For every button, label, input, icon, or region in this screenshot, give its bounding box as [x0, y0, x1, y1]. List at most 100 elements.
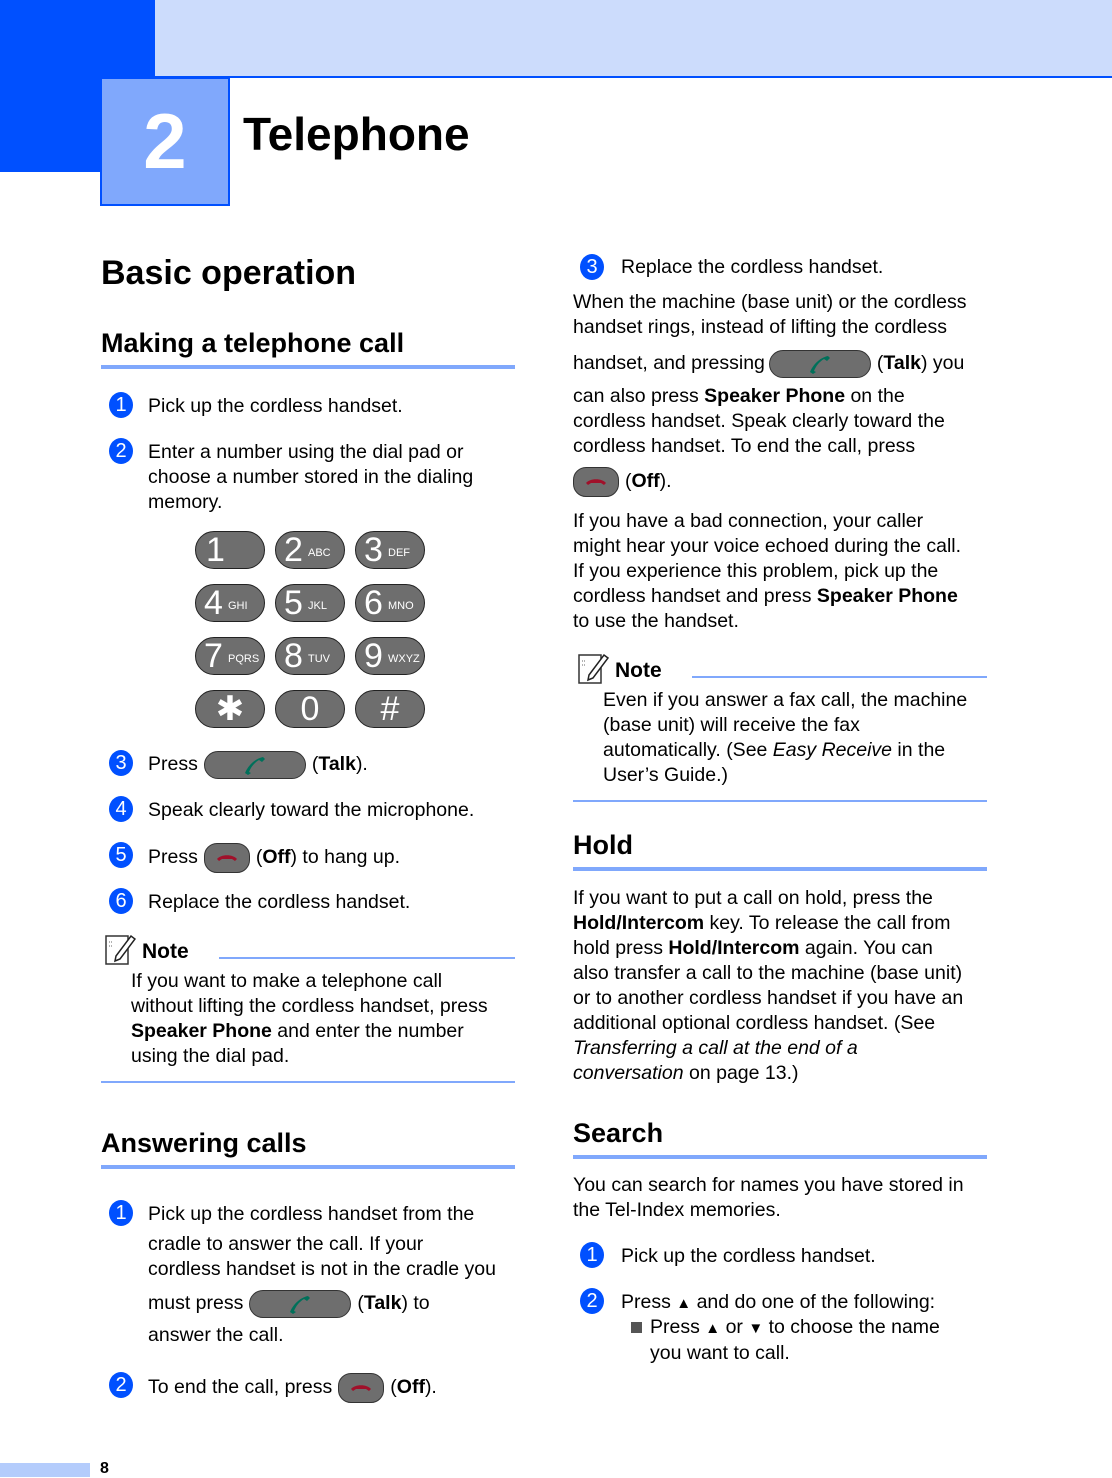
speaker-phone-label: Speaker Phone [704, 385, 846, 407]
note-line: Speaker Phone and enter the number [131, 1019, 521, 1044]
step-text: Press (Talk). [148, 751, 368, 779]
step-number: 2 [109, 1372, 133, 1398]
talk-label: Talk [883, 352, 921, 375]
talk-label: Talk [318, 753, 356, 776]
off-button [203, 843, 250, 873]
step-line: Pick up the cordless handset from the [148, 1203, 475, 1225]
cross-reference-link[interactable]: Transferring a call at the end of a [573, 1037, 858, 1059]
step-number: 3 [109, 750, 133, 776]
dial-key-letters: MNO [388, 600, 414, 612]
off-button [573, 467, 619, 497]
para-text-pre: handset, and pressing [573, 352, 765, 375]
cross-reference-link[interactable]: conversation [573, 1062, 684, 1084]
para-line: handset rings, instead of lifting the co… [573, 316, 947, 338]
step-text: Pick up the cordless handset. [621, 1245, 876, 1267]
heading-search: Search [573, 1118, 664, 1148]
note-line: (base unit) will receive the fax [603, 714, 860, 736]
note-line: Even if you answer a fax call, the machi… [603, 689, 968, 711]
step-text: Speak clearly toward the microphone. [148, 799, 475, 821]
para-text-pre: can also press [573, 385, 705, 407]
bullet-item: Press ▲ or ▼ to choose the name you want… [631, 1315, 991, 1366]
step-text-post: ). [424, 1376, 437, 1399]
down-arrow-icon: ▼ [748, 1320, 764, 1337]
talk-button [203, 751, 306, 779]
bullet-square-icon [631, 1322, 642, 1334]
speaker-phone-label: Speaker Phone [131, 1020, 272, 1042]
step-text: Enter a number using the dial pad or cho… [148, 441, 474, 513]
paragraph-search: You can search for names you have stored… [573, 1173, 993, 1223]
step-text-pre: Press [148, 846, 198, 869]
dial-key: 7 PQRS [195, 637, 265, 675]
para-line: conversation on page 13.) [573, 1061, 993, 1086]
dial-key-digit: ✱ [215, 690, 245, 728]
step-number: 1 [580, 1242, 604, 1268]
para-line: Transferring a call at the end of a [573, 1036, 993, 1061]
dial-key-letters: JKL [308, 600, 327, 612]
step-text-post: ) to hang up. [290, 846, 401, 869]
dial-key: 6 MNO [355, 584, 425, 622]
heading-rule [573, 1155, 987, 1159]
up-arrow-icon: ▲ [705, 1320, 721, 1337]
para-line: cordless handset and press Speaker Phone [573, 584, 993, 609]
note-text-post: in the [892, 739, 946, 761]
dial-key: 0 [275, 690, 345, 728]
step-line: must press (Talk) to [148, 1290, 518, 1318]
dial-key-letters: GHI [228, 600, 248, 612]
step-text: Replace the cordless handset. [621, 256, 884, 278]
note-line: If you want to make a telephone call [131, 970, 443, 992]
note-line-rest: and enter the number [271, 1020, 464, 1042]
phone-off-icon [351, 1385, 372, 1391]
off-label: Off [631, 470, 660, 493]
dial-key-digit: 2 [284, 531, 303, 569]
step-number: 5 [109, 842, 133, 868]
heading-answering-calls: Answering calls [101, 1128, 307, 1158]
note-label: Note [615, 659, 662, 682]
step-number: 4 [109, 796, 133, 822]
dial-key-digit: 7 [204, 637, 223, 675]
step-number: 2 [109, 438, 133, 464]
dial-key-digit: 4 [204, 584, 223, 622]
note-text-pre: automatically. (See [603, 739, 773, 761]
phone-talk-icon [809, 356, 830, 374]
paragraph-hold: If you want to put a call on hold, press… [573, 886, 993, 1086]
off-label: Off [396, 1376, 425, 1399]
dial-key-digit: 9 [364, 637, 383, 675]
phone-off-icon [216, 855, 237, 861]
header-light-band [155, 0, 1112, 78]
dial-key-digit: 6 [364, 584, 383, 622]
note-rule [219, 957, 515, 959]
dial-key-letters: PQRS [228, 653, 260, 665]
dial-key: 5 JKL [275, 584, 345, 622]
step-text-post: ). [355, 753, 368, 776]
bullet-text-post: to choose the name [768, 1316, 940, 1338]
para-line: When the machine (base unit) or the cord… [573, 291, 967, 313]
para-line: cordless handset. Speak clearly toward t… [573, 410, 945, 432]
para-line: cordless handset. To end the call, press [573, 435, 916, 457]
note-pencil-icon [578, 653, 609, 684]
step-text: Press (Off) to hang up. [148, 843, 400, 873]
chapter-number: 2 [100, 77, 230, 206]
dial-key: 4 GHI [195, 584, 265, 622]
para-line: the Tel-Index memories. [573, 1199, 781, 1221]
step-text-pre: must press [148, 1292, 244, 1315]
heading-rule [101, 1165, 515, 1169]
para-line: You can search for names you have stored… [573, 1174, 964, 1196]
note-line: User’s Guide.) [603, 764, 728, 786]
heading-rule [573, 867, 987, 871]
bullet-text-or: or [725, 1316, 743, 1338]
step-text-pre: Press [148, 753, 198, 776]
dial-key: # [355, 690, 425, 728]
step-text: Replace the cordless handset. [148, 891, 411, 913]
note-rule [692, 676, 987, 678]
note-line: using the dial pad. [131, 1045, 290, 1067]
para-line: Hold/Intercom key. To release the call f… [573, 911, 993, 936]
step-text-pre: Press [621, 1291, 671, 1313]
para-line: If you have a bad connection, your calle… [573, 510, 924, 532]
para-text-post: key. To release the call from [704, 912, 951, 934]
paragraph-speaker-phone: When the machine (base unit) or the cord… [573, 290, 993, 497]
dial-key-digit: 8 [284, 637, 303, 675]
note-pencil-icon [105, 934, 136, 965]
note-text: Even if you answer a fax call, the machi… [603, 688, 993, 788]
phone-off-icon [586, 479, 606, 485]
step-text: Press ▲ and do one of the following: [621, 1290, 935, 1316]
